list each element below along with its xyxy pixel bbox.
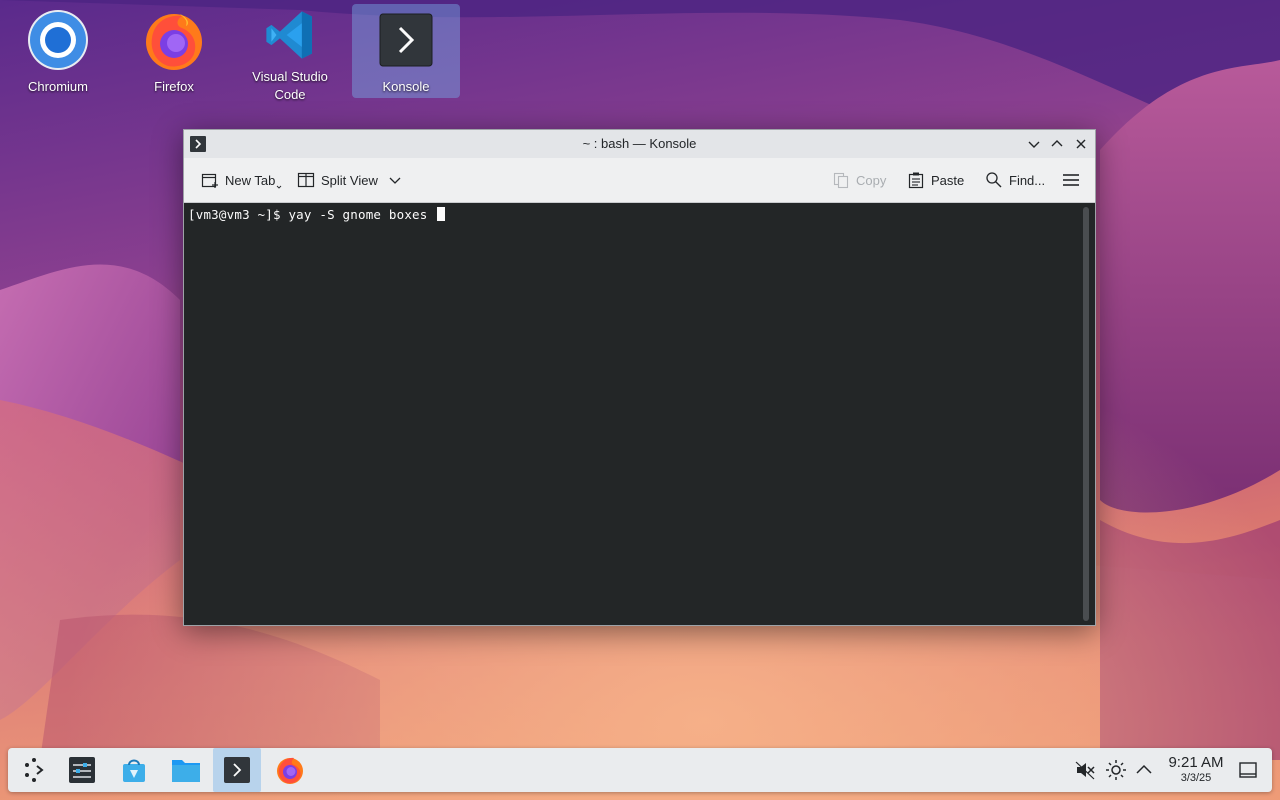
terminal-area[interactable]: [vm3@vm3 ~]$ yay -S gnome boxes [184,203,1095,625]
find-label: Find... [1009,172,1046,188]
konsole-toolbar: New Tab Split View Copy Paste Find... [184,158,1095,203]
show-desktop-icon[interactable] [1237,759,1259,781]
system-settings-icon [69,757,95,783]
search-icon [986,172,1002,188]
desktop-icon-label: Konsole [382,79,430,94]
hamburger-menu-icon [1063,174,1079,186]
app-launcher-button[interactable] [10,748,58,792]
firefox-icon [277,757,303,784]
desktop-icon-chromium[interactable]: Chromium [4,4,112,104]
split-view-button[interactable]: Split View [297,166,408,194]
new-tab-label: New Tab [225,172,276,188]
chevron-down-icon [389,177,401,184]
new-tab-icon [201,173,218,188]
file-manager-button[interactable] [162,748,210,792]
window-titlebar[interactable]: ~ : bash — Konsole [184,130,1095,158]
paste-button[interactable]: Paste [907,166,964,194]
terminal-line: [vm3@vm3 ~]$ yay -S gnome boxes [188,207,446,222]
copy-label: Copy [856,172,887,188]
find-button[interactable]: Find... [985,166,1045,194]
clock-date[interactable]: 3/3/25 [1162,772,1230,784]
desktop-icon-konsole[interactable]: Konsole [352,4,460,98]
chromium-icon [28,10,88,70]
copy-icon [833,172,849,189]
konsole-icon [379,13,433,67]
copy-button[interactable]: Copy [832,166,886,194]
desktop-icon-label: Visual Studio Code [252,69,328,102]
desktop-icon-vscode[interactable]: Visual Studio Code [236,4,344,104]
paste-icon [908,172,924,189]
discover-store-icon [123,759,145,782]
window-title: ~ : bash — Konsole [582,136,697,151]
paste-label: Paste [931,172,965,188]
taskbar-panel: 9:21 AM 3/3/25 [8,748,1272,792]
konsole-icon [224,757,250,783]
split-view-label: Split View [321,172,378,188]
clock-time[interactable]: 9:21 AM [1162,754,1230,771]
close-button[interactable] [1073,136,1089,152]
hamburger-menu-button[interactable] [1062,166,1086,194]
firefox-task-button[interactable] [266,748,314,792]
terminal-command: yay -S gnome boxes [288,207,436,222]
vscode-icon [266,11,312,59]
terminal-prompt: [vm3@vm3 ~]$ [188,207,289,222]
volume-muted-icon[interactable] [1074,759,1096,781]
terminal-cursor [437,207,446,221]
konsole-window: ~ : bash — Konsole New Tab Split View Co… [183,129,1096,626]
split-view-icon [297,172,315,188]
dropdown-arrow-icon [277,185,282,189]
konsole-task-button[interactable] [213,748,261,792]
file-manager-icon [172,760,200,782]
desktop-icon-label: Chromium [28,79,88,94]
app-launcher-icon [25,758,44,782]
minimize-button[interactable] [1026,136,1042,152]
terminal-scrollbar[interactable] [1083,207,1089,621]
desktop-icon-firefox[interactable]: Firefox [120,4,228,104]
desktop-icon-label: Firefox [154,79,194,94]
new-tab-button[interactable]: New Tab [201,166,282,194]
discover-store-button[interactable] [110,748,158,792]
brightness-icon[interactable] [1105,759,1127,781]
firefox-icon [146,14,202,70]
maximize-button[interactable] [1049,136,1065,152]
show-hidden-icons-chevron-icon[interactable] [1133,759,1155,781]
system-settings-button[interactable] [58,748,106,792]
